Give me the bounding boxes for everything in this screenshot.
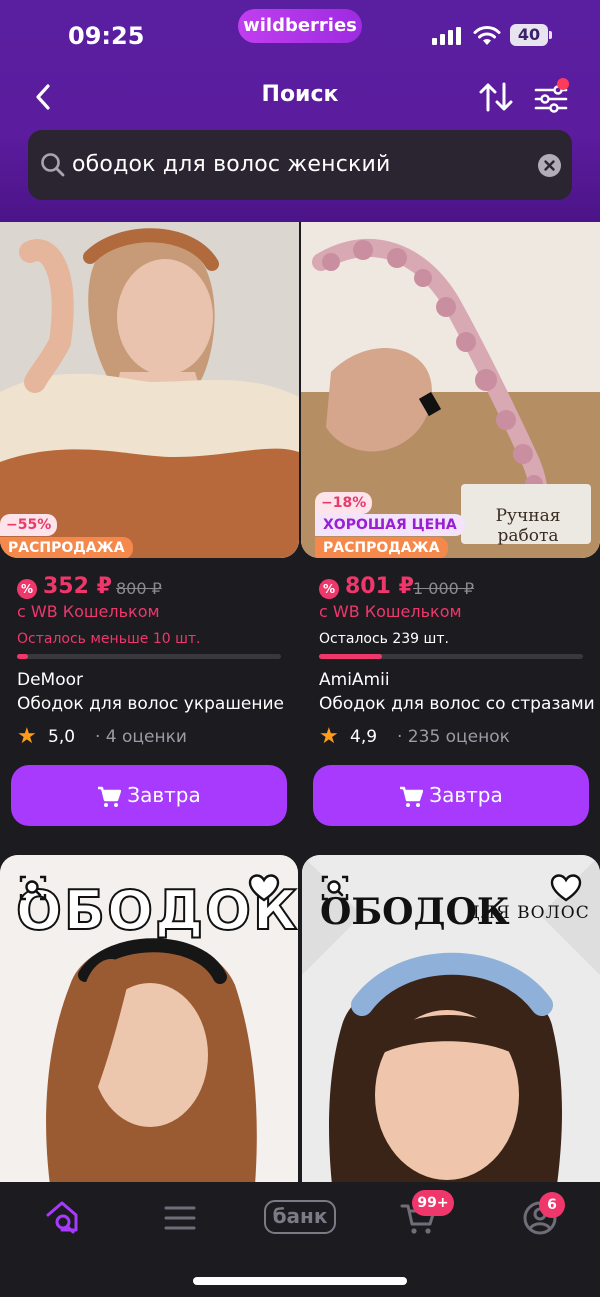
sale-badge: РАСПРОДАЖА bbox=[315, 537, 448, 558]
price-row: % 352 ₽ 800 ₽ bbox=[17, 574, 277, 604]
product-name: Ободок для волос украшение bbox=[17, 694, 284, 714]
search-input[interactable]: ободок для волос женский bbox=[28, 130, 572, 200]
stock-bar-fill bbox=[319, 654, 382, 659]
search-icon bbox=[41, 153, 65, 177]
wallet-label: с WB Кошельком bbox=[319, 602, 462, 621]
battery-icon: 40 bbox=[510, 24, 548, 46]
wifi-icon bbox=[473, 26, 501, 45]
rating-row: ★ 5,0 · 4 оценки bbox=[17, 726, 277, 748]
brand-logo: wildberries bbox=[238, 9, 362, 43]
wallet-label: с WB Кошельком bbox=[17, 602, 160, 621]
add-to-cart-label: Завтра bbox=[313, 765, 589, 826]
rating-value: 4,9 bbox=[350, 727, 378, 747]
add-to-cart-button[interactable]: Завтра bbox=[11, 765, 287, 826]
product-card[interactable]: ОБОДОК bbox=[0, 855, 298, 1185]
clear-icon[interactable] bbox=[538, 154, 561, 177]
product-card[interactable]: ОБОДОК ДЛЯ ВОЛОС bbox=[302, 855, 600, 1185]
stock-left: Осталось 239 шт. bbox=[319, 631, 449, 647]
status-time: 09:25 bbox=[68, 22, 145, 50]
star-icon: ★ bbox=[319, 724, 339, 749]
home-indicator bbox=[193, 1277, 407, 1285]
image-caption-line: Ручная bbox=[495, 506, 561, 526]
nav-bar: Поиск bbox=[0, 72, 600, 122]
sale-badge: РАСПРОДАЖА bbox=[0, 537, 133, 558]
add-to-cart-text: Завтра bbox=[429, 783, 503, 807]
catalog-icon[interactable] bbox=[160, 1198, 200, 1238]
page-title: Поиск bbox=[261, 82, 339, 107]
bank-button[interactable]: банк bbox=[264, 1200, 336, 1234]
rating-value: 5,0 bbox=[48, 727, 76, 747]
add-to-cart-label: Завтра bbox=[11, 765, 287, 826]
status-bar: 09:25 wildberries 40 bbox=[0, 0, 600, 64]
image-subtitle: ДЛЯ ВОЛОС bbox=[466, 903, 590, 923]
rating-row: ★ 4,9 · 235 оценок bbox=[319, 726, 579, 748]
profile-badge: 6 bbox=[539, 1192, 565, 1218]
sort-icon[interactable] bbox=[478, 80, 514, 114]
cart-badge: 99+ bbox=[412, 1190, 454, 1216]
discount-badge: −55% bbox=[0, 514, 58, 536]
cart-icon bbox=[98, 786, 122, 807]
product-name: Ободок для волос со стразами bbox=[319, 694, 595, 714]
good-price-badge: ХОРОШАЯ ЦЕНА bbox=[315, 514, 465, 536]
filter-button[interactable] bbox=[532, 78, 572, 116]
old-price: 800 ₽ bbox=[116, 579, 162, 598]
image-caption: Ручная работа bbox=[473, 506, 583, 546]
stock-bar bbox=[17, 654, 281, 659]
discount-badge: −18% bbox=[315, 492, 373, 514]
heart-icon[interactable] bbox=[248, 873, 280, 903]
search-query: ободок для волос женский bbox=[72, 152, 391, 177]
review-count: · 235 оценок bbox=[397, 727, 510, 747]
price-row: % 801 ₽ 1 000 ₽ bbox=[319, 574, 579, 604]
add-to-cart-text: Завтра bbox=[127, 783, 201, 807]
review-count: · 4 оценки bbox=[95, 727, 187, 747]
filter-indicator-dot bbox=[557, 78, 569, 90]
back-icon[interactable] bbox=[26, 80, 60, 114]
stock-bar-fill bbox=[17, 654, 28, 659]
price: 801 ₽ bbox=[345, 574, 414, 599]
price: 352 ₽ bbox=[43, 574, 112, 599]
home-icon[interactable] bbox=[42, 1198, 82, 1238]
wallet-discount-icon: % bbox=[319, 579, 339, 599]
similar-search-icon[interactable] bbox=[320, 873, 350, 903]
product-photo bbox=[0, 222, 299, 558]
signal-icon bbox=[432, 27, 464, 45]
heart-icon[interactable] bbox=[550, 873, 582, 903]
add-to-cart-button[interactable]: Завтра bbox=[313, 765, 589, 826]
wallet-discount-icon: % bbox=[17, 579, 37, 599]
stock-left: Осталось меньше 10 шт. bbox=[17, 631, 201, 647]
star-icon: ★ bbox=[17, 724, 37, 749]
product-image[interactable]: Ручная работа −18% ХОРОШАЯ ЦЕНА РАСПРОДА… bbox=[301, 222, 600, 558]
bottom-nav: банк 99+ 6 bbox=[0, 1182, 600, 1297]
old-price: 1 000 ₽ bbox=[413, 579, 475, 598]
seller-brand: DeMoor bbox=[17, 670, 84, 690]
product-image[interactable]: −55% РАСПРОДАЖА bbox=[0, 222, 299, 558]
stock-bar bbox=[319, 654, 583, 659]
seller-brand: AmiAmii bbox=[319, 670, 390, 690]
similar-search-icon[interactable] bbox=[18, 873, 48, 903]
battery-tip bbox=[549, 31, 552, 39]
app-header: 09:25 wildberries 40 Поиск ободок для во… bbox=[0, 0, 600, 222]
cart-icon bbox=[400, 786, 424, 807]
image-caption-line: работа bbox=[497, 526, 559, 546]
